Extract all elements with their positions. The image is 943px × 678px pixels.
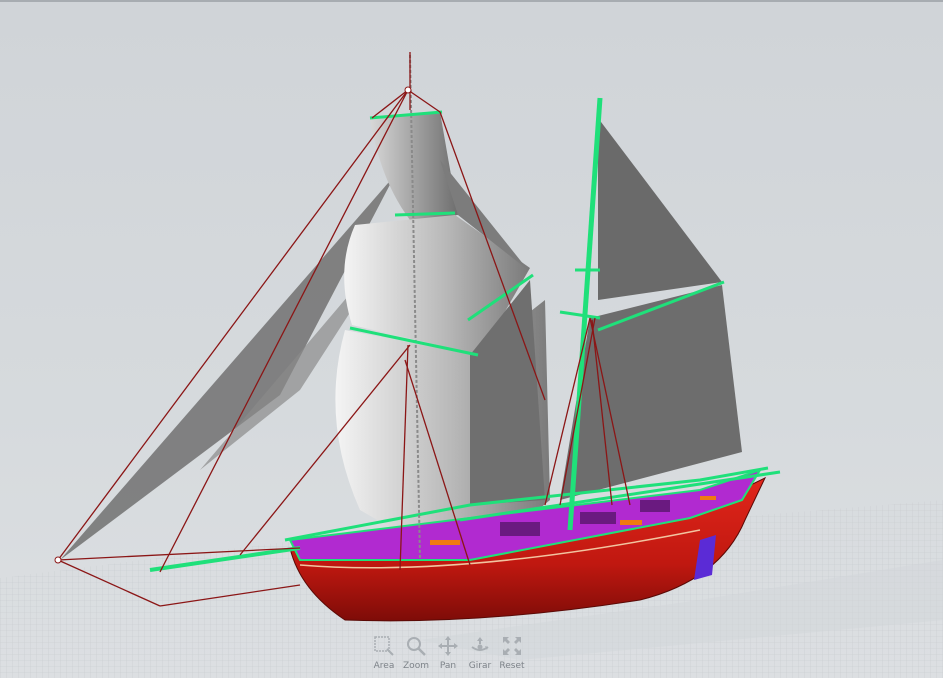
main-crosstree — [559, 310, 601, 320]
rotate-icon — [471, 637, 489, 651]
zoom-label: Zoom — [403, 661, 429, 671]
view-toolbar: Area Zoom Pan Girar Reset — [370, 634, 530, 676]
pan-icon — [438, 636, 458, 656]
reset-view-button[interactable]: Reset — [498, 634, 526, 676]
ship-model-scene — [0, 52, 943, 678]
rotate-button[interactable]: Girar — [466, 634, 494, 676]
main-topsail — [598, 118, 722, 300]
yard-topsail — [394, 211, 456, 217]
area-zoom-button[interactable]: Area — [370, 634, 398, 676]
bowsprit-tip — [54, 556, 62, 564]
zoom-button[interactable]: Zoom — [402, 634, 430, 676]
area-zoom-label: Area — [373, 661, 395, 671]
rotate-label: Girar — [468, 661, 492, 671]
reset-view-label: Reset — [499, 661, 525, 671]
reset-view-icon — [503, 637, 521, 655]
pan-label: Pan — [439, 661, 457, 671]
pan-button[interactable]: Pan — [434, 634, 462, 676]
zoom-icon — [407, 637, 426, 656]
3d-viewport[interactable]: Area Zoom Pan Girar Reset — [0, 0, 943, 678]
area-zoom-icon — [374, 636, 394, 656]
masthead-block — [404, 86, 412, 94]
